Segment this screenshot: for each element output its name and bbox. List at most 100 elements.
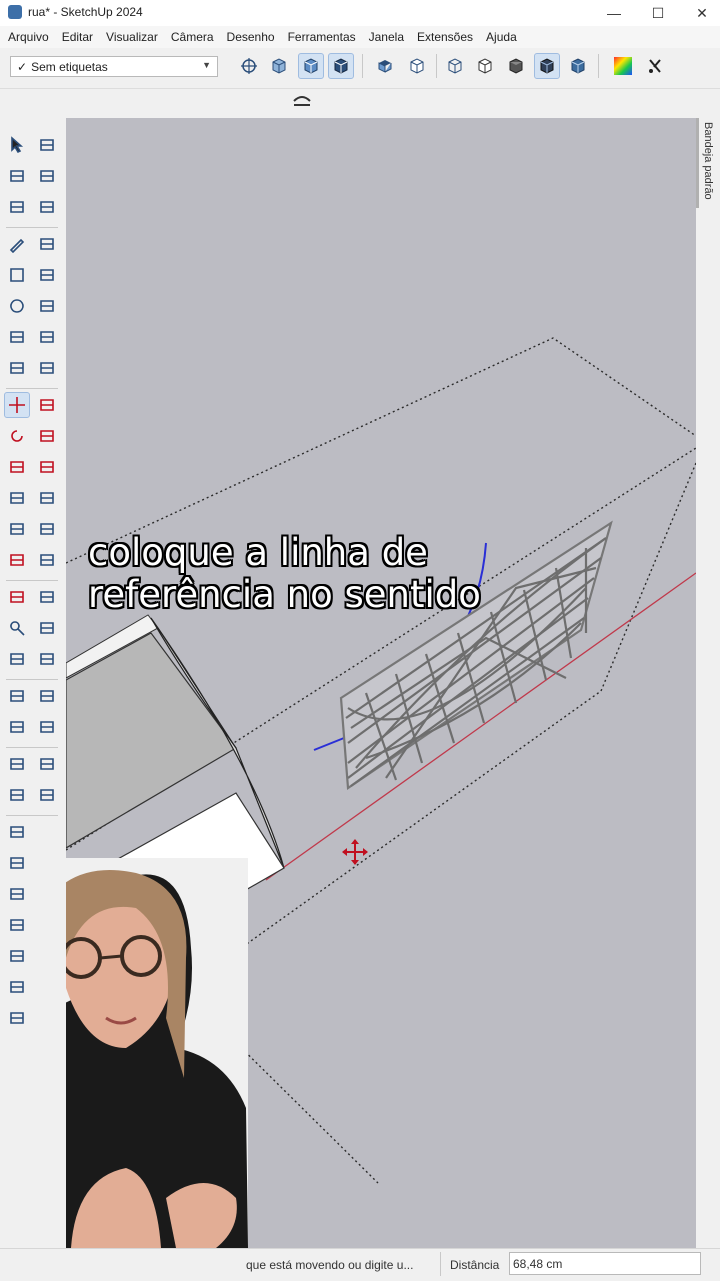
menu-extensoes[interactable]: Extensões bbox=[412, 30, 478, 44]
front-view-icon[interactable] bbox=[328, 53, 354, 79]
line-tool-icon[interactable] bbox=[4, 231, 30, 257]
orbit-icon[interactable] bbox=[236, 53, 262, 79]
circle-tool-icon[interactable] bbox=[4, 293, 30, 319]
move-tool-icon[interactable] bbox=[4, 392, 30, 418]
sandbox-tool-icon[interactable] bbox=[34, 714, 60, 740]
caption-line-2: referência no sentido bbox=[88, 573, 481, 616]
menu-ferramentas[interactable]: Ferramentas bbox=[283, 30, 361, 44]
warehouse-tool-icon[interactable] bbox=[34, 782, 60, 808]
pie-tool-icon[interactable] bbox=[34, 324, 60, 350]
view-iso-tool-icon[interactable] bbox=[4, 819, 30, 845]
menu-visualizar[interactable]: Visualizar bbox=[101, 30, 163, 44]
window-title: rua* - SketchUp 2024 bbox=[28, 5, 143, 19]
offset-tool-icon[interactable] bbox=[34, 454, 60, 480]
tag-tool-icon[interactable] bbox=[4, 194, 30, 220]
drawing-viewport[interactable]: coloque a linha de referência no sentido bbox=[66, 118, 696, 1248]
tray-scrollbar[interactable] bbox=[696, 118, 699, 208]
scale-tool-icon[interactable] bbox=[4, 454, 30, 480]
eraser-tool-icon[interactable] bbox=[34, 163, 60, 189]
rotate-tool-icon[interactable] bbox=[4, 423, 30, 449]
move-cursor-icon bbox=[342, 839, 368, 865]
select-tool-icon[interactable] bbox=[4, 132, 30, 158]
distance-label: Distância bbox=[450, 1258, 500, 1272]
sandbox-icon[interactable] bbox=[288, 88, 316, 114]
menu-janela[interactable]: Janela bbox=[364, 30, 409, 44]
zoom-extents-tool-icon[interactable] bbox=[4, 646, 30, 672]
menu-ajuda[interactable]: Ajuda bbox=[481, 30, 522, 44]
solid-tools-icon[interactable] bbox=[34, 751, 60, 777]
toolbar-separator bbox=[6, 227, 58, 228]
styles-icon[interactable] bbox=[610, 53, 636, 79]
view-side-tool-icon[interactable] bbox=[4, 912, 30, 938]
status-separator bbox=[440, 1252, 441, 1276]
toolbar-separator bbox=[6, 747, 58, 748]
hidden-line-icon[interactable] bbox=[472, 53, 498, 79]
menu-bar: Arquivo Editar Visualizar Câmera Desenho… bbox=[0, 26, 720, 48]
text-tool-icon[interactable] bbox=[34, 516, 60, 542]
view-left-tool-icon[interactable] bbox=[4, 974, 30, 1000]
zoom-extents-icon[interactable] bbox=[266, 53, 292, 79]
two-point-arc-tool-icon[interactable] bbox=[4, 355, 30, 381]
toolbar-separator bbox=[362, 54, 363, 78]
toolbar-separator bbox=[6, 679, 58, 680]
tag-select[interactable]: ✓ Sem etiquetas ▼ bbox=[10, 56, 218, 77]
default-tray[interactable]: Bandeja padrão bbox=[696, 118, 720, 1248]
shaded-textures-icon[interactable] bbox=[534, 53, 560, 79]
menu-editar[interactable]: Editar bbox=[57, 30, 98, 44]
push-pull-tool-icon[interactable] bbox=[34, 392, 60, 418]
freehand-tool-icon[interactable] bbox=[34, 231, 60, 257]
close-icon[interactable]: ✕ bbox=[680, 0, 720, 26]
axes-tool-icon[interactable] bbox=[4, 547, 30, 573]
zoom-tool-icon[interactable] bbox=[4, 615, 30, 641]
toolbar-separator bbox=[6, 815, 58, 816]
tag-select-value: Sem etiquetas bbox=[31, 59, 108, 74]
xray-icon[interactable] bbox=[372, 53, 398, 79]
three-point-arc-tool-icon[interactable] bbox=[34, 355, 60, 381]
wireframe-icon[interactable] bbox=[442, 53, 468, 79]
section-plane-tool-icon[interactable] bbox=[4, 584, 30, 610]
title-bar: rua* - SketchUp 2024 — ☐ ✕ bbox=[0, 0, 720, 26]
position-camera-tool-icon[interactable] bbox=[4, 683, 30, 709]
toolbar-separator bbox=[6, 388, 58, 389]
toolbar-separator bbox=[598, 54, 599, 78]
protractor-tool-icon[interactable] bbox=[34, 485, 60, 511]
distance-field[interactable]: 68,48 cm bbox=[509, 1252, 701, 1275]
menu-camera[interactable]: Câmera bbox=[166, 30, 219, 44]
minimize-icon[interactable]: — bbox=[592, 0, 636, 26]
tray-label[interactable]: Bandeja padrão bbox=[702, 122, 714, 200]
toolbar-separator bbox=[6, 580, 58, 581]
menu-arquivo[interactable]: Arquivo bbox=[3, 30, 54, 44]
rotated-rectangle-tool-icon[interactable] bbox=[34, 262, 60, 288]
view-back-tool-icon[interactable] bbox=[4, 943, 30, 969]
zoom-window-tool-icon[interactable] bbox=[34, 615, 60, 641]
3d-text-tool-icon[interactable] bbox=[34, 547, 60, 573]
iso-view-icon[interactable] bbox=[298, 53, 324, 79]
view-front-tool-icon[interactable] bbox=[4, 850, 30, 876]
previous-view-tool-icon[interactable] bbox=[34, 646, 60, 672]
polygon-tool-icon[interactable] bbox=[34, 293, 60, 319]
maximize-icon[interactable]: ☐ bbox=[636, 0, 680, 26]
paint-bucket-tool-icon[interactable] bbox=[34, 194, 60, 220]
back-edges-icon[interactable] bbox=[404, 53, 430, 79]
paint-sample-tool-icon[interactable] bbox=[34, 584, 60, 610]
dimension-tool-icon[interactable] bbox=[4, 516, 30, 542]
tape-measure-tool-icon[interactable] bbox=[4, 485, 30, 511]
menu-desenho[interactable]: Desenho bbox=[222, 30, 280, 44]
outer-shell-tool-icon[interactable] bbox=[4, 751, 30, 777]
lasso-select-tool-icon[interactable] bbox=[34, 132, 60, 158]
shaded-icon[interactable] bbox=[503, 53, 529, 79]
monochrome-icon[interactable] bbox=[565, 53, 591, 79]
make-component-tool-icon[interactable] bbox=[4, 163, 30, 189]
arc-tool-icon[interactable] bbox=[4, 324, 30, 350]
layers-tool-icon[interactable] bbox=[4, 782, 30, 808]
status-text: que está movendo ou digite u... bbox=[246, 1258, 414, 1272]
follow-me-tool-icon[interactable] bbox=[34, 423, 60, 449]
check-icon: ✓ bbox=[17, 59, 28, 74]
walk-tool-icon[interactable] bbox=[34, 683, 60, 709]
toolbar-separator bbox=[436, 54, 437, 78]
rectangle-tool-icon[interactable] bbox=[4, 262, 30, 288]
view-top-tool-icon[interactable] bbox=[4, 1005, 30, 1031]
view-home-tool-icon[interactable] bbox=[4, 881, 30, 907]
section-plane-icon[interactable] bbox=[642, 53, 668, 79]
look-around-tool-icon[interactable] bbox=[4, 714, 30, 740]
